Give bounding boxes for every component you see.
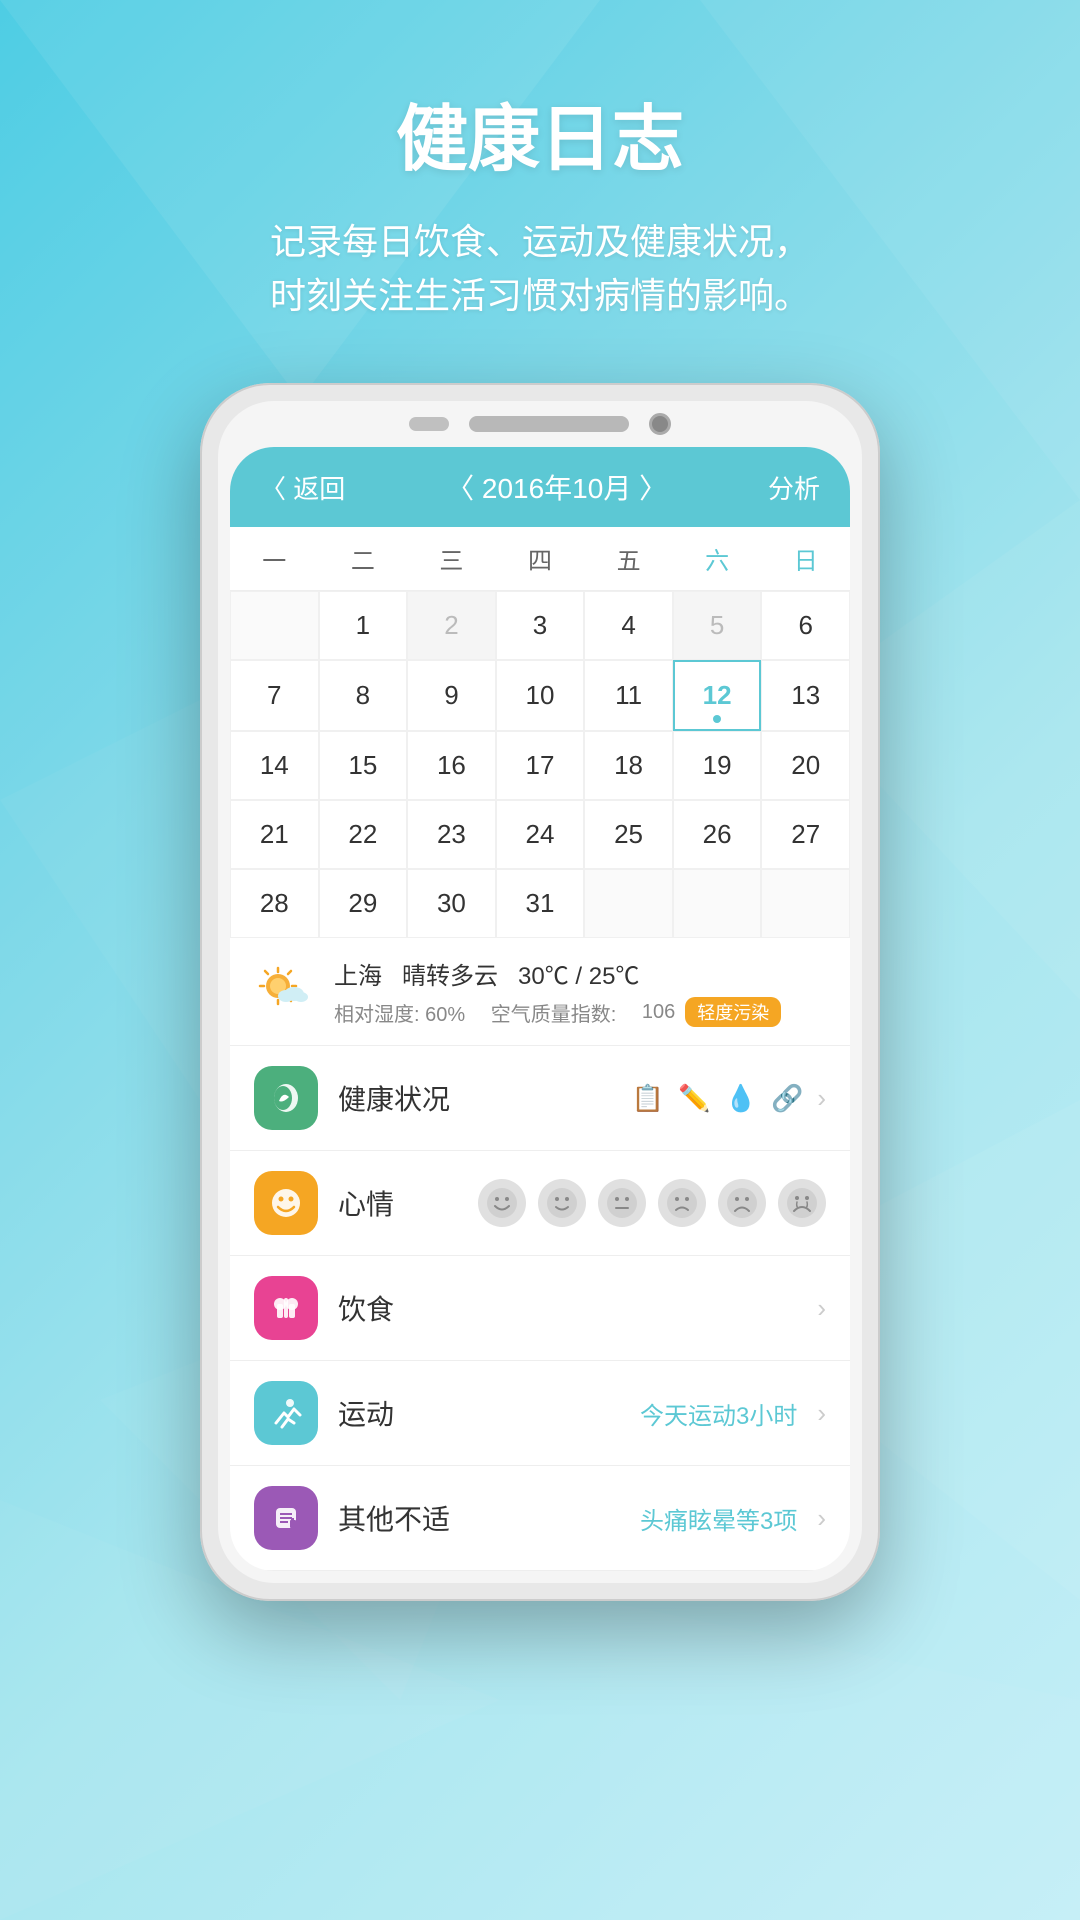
calendar-day-28[interactable]: 28 (230, 869, 319, 938)
calendar-day-23[interactable]: 23 (407, 800, 496, 869)
phone-speaker-center (469, 416, 629, 432)
calendar-month-title: 〈 2016年10月 〉 (446, 467, 667, 507)
health-actions: 📋 ✏️ 💧 🔗 › (632, 1083, 826, 1114)
mood-very-happy[interactable] (478, 1179, 526, 1227)
weekday-tue: 二 (319, 527, 408, 590)
calendar-day-30[interactable]: 30 (407, 869, 496, 938)
calendar-day-25[interactable]: 25 (584, 800, 673, 869)
weather-details: 相对湿度: 60% 空气质量指数: 106 轻度污染 (334, 997, 826, 1027)
calendar-day-27[interactable]: 27 (761, 800, 850, 869)
exercise-chevron: › (817, 1398, 826, 1429)
phone-camera (649, 413, 671, 435)
weather-main: 上海 晴转多云 30℃ / 25℃ (334, 956, 826, 991)
today-dot (713, 715, 721, 723)
calendar-day-18[interactable]: 18 (584, 731, 673, 800)
phone-mockup: 〈 返回 〈 2016年10月 〉 分析 一 二 三 (200, 383, 880, 1601)
calendar-day-12[interactable]: 12 (673, 660, 762, 731)
weather-section: 上海 晴转多云 30℃ / 25℃ 相对湿度: 60% 空气质量指数: 106 … (230, 938, 850, 1046)
calendar-day-7[interactable]: 7 (230, 660, 319, 731)
calendar-day-15[interactable]: 15 (319, 731, 408, 800)
other-hint: 头痛眩晕等3项 (640, 1501, 797, 1536)
pollution-badge: 轻度污染 (685, 997, 781, 1027)
calendar-grid: 1 2 3 4 5 6 7 8 9 10 11 12 (230, 591, 850, 938)
mood-icon (254, 1171, 318, 1235)
calendar-day-14[interactable]: 14 (230, 731, 319, 800)
calendar-day-6[interactable]: 6 (761, 591, 850, 660)
health-status-item[interactable]: 健康状况 📋 ✏️ 💧 🔗 › (230, 1046, 850, 1151)
mood-neutral[interactable] (598, 1179, 646, 1227)
hero-title: 健康日志 (396, 80, 684, 185)
phone-speaker-left (409, 417, 449, 431)
other-label: 其他不适 (338, 1498, 620, 1538)
exercise-hint: 今天运动3小时 (640, 1396, 797, 1431)
weekday-sat: 六 (673, 527, 762, 590)
mood-label: 心情 (338, 1183, 458, 1223)
calendar-day-24[interactable]: 24 (496, 800, 585, 869)
calendar-day-9[interactable]: 9 (407, 660, 496, 731)
mood-happy[interactable] (538, 1179, 586, 1227)
diet-icon (254, 1276, 318, 1340)
exercise-icon (254, 1381, 318, 1445)
page-content: 健康日志 记录每日饮食、运动及健康状况， 时刻关注生活习惯对病情的影响。 〈 返… (0, 0, 1080, 1601)
weekday-mon: 一 (230, 527, 319, 590)
exercise-item[interactable]: 运动 今天运动3小时 › (230, 1361, 850, 1466)
calendar-day-26[interactable]: 26 (673, 800, 762, 869)
calendar-day-21[interactable]: 21 (230, 800, 319, 869)
phone-top-bar (230, 413, 850, 435)
calendar-day-22[interactable]: 22 (319, 800, 408, 869)
calendar-day-10[interactable]: 10 (496, 660, 585, 731)
calendar-day-empty (230, 591, 319, 660)
hero-subtitle: 记录每日饮食、运动及健康状况， 时刻关注生活习惯对病情的影响。 (210, 215, 870, 323)
app-header: 〈 返回 〈 2016年10月 〉 分析 (230, 447, 850, 527)
calendar-day-20[interactable]: 20 (761, 731, 850, 800)
weekday-wed: 三 (407, 527, 496, 590)
weekday-fri: 五 (584, 527, 673, 590)
link-icon[interactable]: 🔗 (771, 1083, 803, 1114)
calendar-day-11[interactable]: 11 (584, 660, 673, 731)
calendar-day-31[interactable]: 31 (496, 869, 585, 938)
calendar-day-empty4 (761, 869, 850, 938)
calendar-day-empty3 (673, 869, 762, 938)
mood-crying[interactable] (778, 1179, 826, 1227)
calendar-day-16[interactable]: 16 (407, 731, 496, 800)
calendar-day-19[interactable]: 19 (673, 731, 762, 800)
phone-middle: 〈 返回 〈 2016年10月 〉 分析 一 二 三 (218, 401, 862, 1583)
exercise-label: 运动 (338, 1393, 620, 1433)
mood-item[interactable]: 心情 (230, 1151, 850, 1256)
clipboard-icon[interactable]: 📋 (632, 1083, 664, 1114)
diet-label: 饮食 (338, 1288, 797, 1328)
mood-sad[interactable] (658, 1179, 706, 1227)
health-chevron: › (817, 1083, 826, 1114)
calendar-day-3[interactable]: 3 (496, 591, 585, 660)
weekday-thu: 四 (496, 527, 585, 590)
health-status-label: 健康状况 (338, 1078, 612, 1118)
calendar-day-5[interactable]: 5 (673, 591, 762, 660)
phone-screen: 〈 返回 〈 2016年10月 〉 分析 一 二 三 (230, 447, 850, 1571)
weather-icon (254, 956, 314, 1016)
back-button[interactable]: 〈 返回 (260, 469, 345, 506)
calendar-day-17[interactable]: 17 (496, 731, 585, 800)
analysis-button[interactable]: 分析 (768, 469, 820, 506)
calendar-day-4[interactable]: 4 (584, 591, 673, 660)
other-chevron: › (817, 1503, 826, 1534)
diet-item[interactable]: 饮食 › (230, 1256, 850, 1361)
health-icon (254, 1066, 318, 1130)
weather-info: 上海 晴转多云 30℃ / 25℃ 相对湿度: 60% 空气质量指数: 106 … (334, 956, 826, 1027)
weekday-sun: 日 (761, 527, 850, 590)
calendar-weekdays: 一 二 三 四 五 六 日 (230, 527, 850, 591)
edit-icon[interactable]: ✏️ (678, 1083, 710, 1114)
mood-very-sad[interactable] (718, 1179, 766, 1227)
other-icon (254, 1486, 318, 1550)
calendar-day-1[interactable]: 1 (319, 591, 408, 660)
calendar-day-empty2 (584, 869, 673, 938)
other-item[interactable]: 其他不适 头痛眩晕等3项 › (230, 1466, 850, 1571)
calendar-day-2[interactable]: 2 (407, 591, 496, 660)
phone-outer: 〈 返回 〈 2016年10月 〉 分析 一 二 三 (200, 383, 880, 1601)
calendar-day-8[interactable]: 8 (319, 660, 408, 731)
water-icon[interactable]: 💧 (725, 1083, 757, 1114)
diet-chevron: › (817, 1293, 826, 1324)
calendar-day-13[interactable]: 13 (761, 660, 850, 731)
mood-faces (478, 1179, 826, 1227)
calendar-day-29[interactable]: 29 (319, 869, 408, 938)
